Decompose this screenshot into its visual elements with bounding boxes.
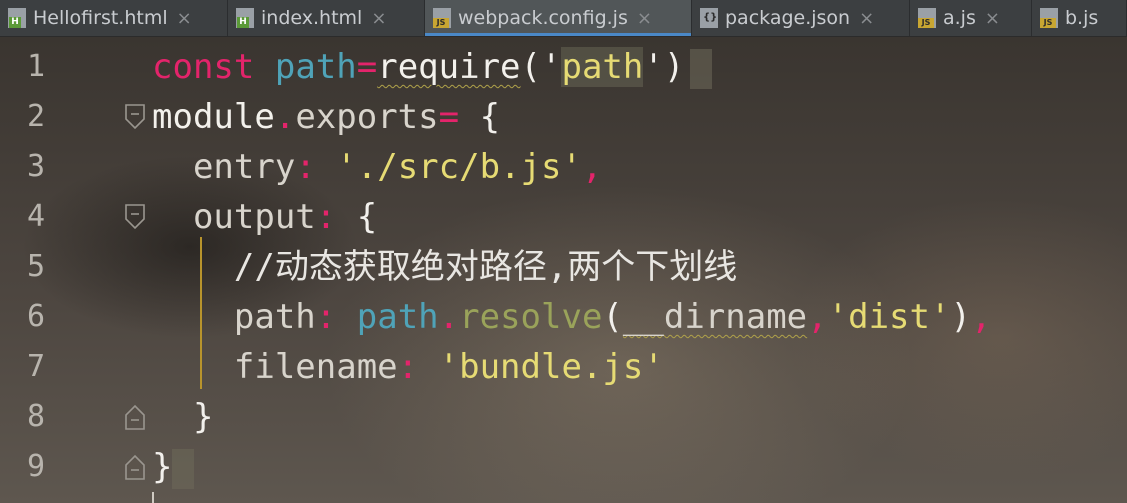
operator-token: : [315,297,337,337]
tab-b-js[interactable]: b.js [1032,0,1127,36]
line-number: 7 [26,349,45,384]
variable-token: __dirname [622,297,808,337]
operator-token: , [581,147,603,187]
json-file-icon [700,8,718,28]
line-number: 6 [26,299,45,334]
method-token: resolve [459,297,603,337]
code-editor[interactable]: 1 2 3 4 5 6 7 8 9 const path=require('pa… [0,37,1127,503]
line-number: 4 [26,199,45,234]
close-icon[interactable]: × [985,8,1000,29]
close-icon[interactable]: × [637,8,652,29]
close-icon[interactable]: × [177,8,192,29]
function-token: require [377,47,521,87]
property-token: path [233,297,316,337]
operator-token: : [315,197,337,237]
tab-a-js[interactable]: a.js × [910,0,1032,36]
tab-label: a.js [943,7,976,29]
tab-hellofirst-html[interactable]: Hellofirst.html × [0,0,228,36]
fold-close-icon[interactable] [124,402,146,432]
code-line-3: entry: './src/b.js', [152,142,602,192]
punctuation-token: ( [602,297,623,337]
tab-label: index.html [261,7,363,29]
tab-package-json[interactable]: package.json × [692,0,910,36]
html-file-icon [236,8,254,28]
operator-token: . [438,297,460,337]
line-number: 2 [26,99,45,134]
code-line-4: output: { [152,192,377,242]
code-line-8: } [152,392,213,442]
punctuation-token: ) [950,297,971,337]
line-number: 9 [26,449,45,484]
property-token: exports [295,97,439,137]
tab-label: webpack.config.js [458,7,628,29]
variable-token: path [356,297,439,337]
line-number: 5 [26,249,45,284]
operator-token: , [970,297,992,337]
fold-close-icon[interactable] [124,452,146,482]
code-line-5: //动态获取绝对路径,两个下划线 [152,242,737,292]
keyword-token: const [152,47,255,87]
punctuation-token: { [459,97,501,137]
property-token: output [192,197,316,237]
punctuation-token: } [192,397,214,437]
bracket-highlight [690,48,713,89]
punctuation-token: { [336,197,378,237]
punctuation-token: ') [643,47,685,87]
js-file-icon [433,8,451,28]
variable-token: path [274,47,357,87]
close-icon[interactable]: × [859,8,874,29]
code-line-6: path: path.resolve(__dirname,'dist'), [152,292,992,342]
fold-open-icon[interactable] [124,202,146,232]
string-token: 'bundle.js' [438,347,664,387]
string-token: './src/b.js' [336,147,582,187]
operator-token: : [397,347,419,387]
property-token: entry [192,147,296,187]
punctuation-token: } [152,447,173,487]
code-line-2: module.exports= { [152,92,500,142]
string-token: path [561,47,644,87]
close-icon[interactable]: × [371,8,386,29]
js-file-icon [918,8,936,28]
tab-webpack-config-js[interactable]: webpack.config.js × [425,0,692,36]
ide-window: Hellofirst.html × index.html × webpack.c… [0,0,1127,503]
line-number: 1 [26,49,45,84]
editor-tab-bar: Hellofirst.html × index.html × webpack.c… [0,0,1127,37]
operator-token: , [807,297,828,337]
operator-token: : [295,147,316,187]
js-file-icon [1040,8,1058,28]
line-number: 8 [26,399,45,434]
object-token: module [152,97,275,137]
bracket-highlight [172,448,195,489]
property-token: filename [233,347,398,387]
code-line-7: filename: 'bundle.js' [152,342,664,392]
line-number: 3 [26,149,45,184]
string-token: 'dist' [827,297,951,337]
tab-label: Hellofirst.html [33,7,168,29]
html-file-icon [8,8,26,28]
operator-token: . [274,97,296,137]
tab-label: package.json [725,7,851,29]
tab-label: b.js [1065,7,1099,29]
line-number-gutter: 1 2 3 4 5 6 7 8 9 [0,37,150,503]
fold-open-icon[interactable] [124,102,146,132]
tab-index-html[interactable]: index.html × [228,0,425,36]
comment-token: //动态获取绝对路径,两个下划线 [233,247,738,287]
caret-line [152,492,154,503]
code-line-1: const path=require('path') [152,42,713,92]
code-line-9: } [152,442,195,492]
operator-token: = [438,97,460,137]
operator-token: = [356,47,378,87]
punctuation-token: (' [520,47,562,87]
